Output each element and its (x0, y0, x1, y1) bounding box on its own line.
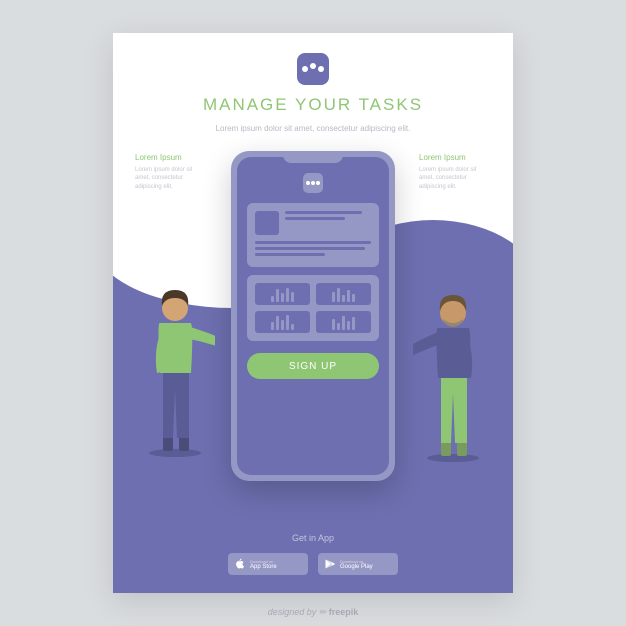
feature-right-title: Lorem Ipsum (419, 153, 491, 162)
google-bottom: Google Play (340, 564, 373, 570)
page-title: Manage Your Tasks (133, 95, 493, 115)
google-play-button[interactable]: Download onGoogle Play (318, 553, 398, 575)
chart-icon (255, 311, 310, 333)
feature-left-text: Lorem ipsum dolor sit amet, consectetur … (135, 166, 207, 191)
flyer-card: Manage Your Tasks Lorem ipsum dolor sit … (113, 33, 513, 593)
app-store-button[interactable]: Download onApp Store (228, 553, 308, 575)
apple-icon (234, 558, 246, 570)
person-right-illustration (413, 283, 493, 463)
google-play-icon (324, 558, 336, 570)
feature-right: Lorem Ipsum Lorem ipsum dolor sit amet, … (419, 153, 491, 191)
chart-icon (255, 283, 310, 305)
phone-mockup: Sign Up (231, 151, 395, 481)
signup-button[interactable]: Sign Up (247, 353, 379, 379)
chart-icon (316, 311, 371, 333)
charts-panel (247, 275, 379, 341)
feature-left: Lorem Ipsum Lorem ipsum dolor sit amet, … (135, 153, 207, 191)
apple-bottom: App Store (250, 564, 277, 570)
store-badges: Download onApp Store Download onGoogle P… (113, 553, 513, 575)
feature-left-title: Lorem Ipsum (135, 153, 207, 162)
attribution: designed by ✏ freepik (268, 607, 359, 618)
chart-icon (316, 283, 371, 305)
person-left-illustration (135, 278, 215, 458)
apple-top: Download on (250, 559, 277, 564)
footer-label: Get in App (113, 533, 513, 543)
footer: Get in App Download onApp Store Download… (113, 533, 513, 575)
phone-screen: Sign Up (237, 157, 389, 475)
feature-right-text: Lorem ipsum dolor sit amet, consectetur … (419, 166, 491, 191)
thumbnail-icon (255, 211, 279, 235)
app-logo-icon (297, 53, 329, 85)
phone-logo-icon (303, 173, 323, 193)
page-subtitle: Lorem ipsum dolor sit amet, consectetur … (213, 123, 413, 135)
content-panel (247, 203, 379, 267)
